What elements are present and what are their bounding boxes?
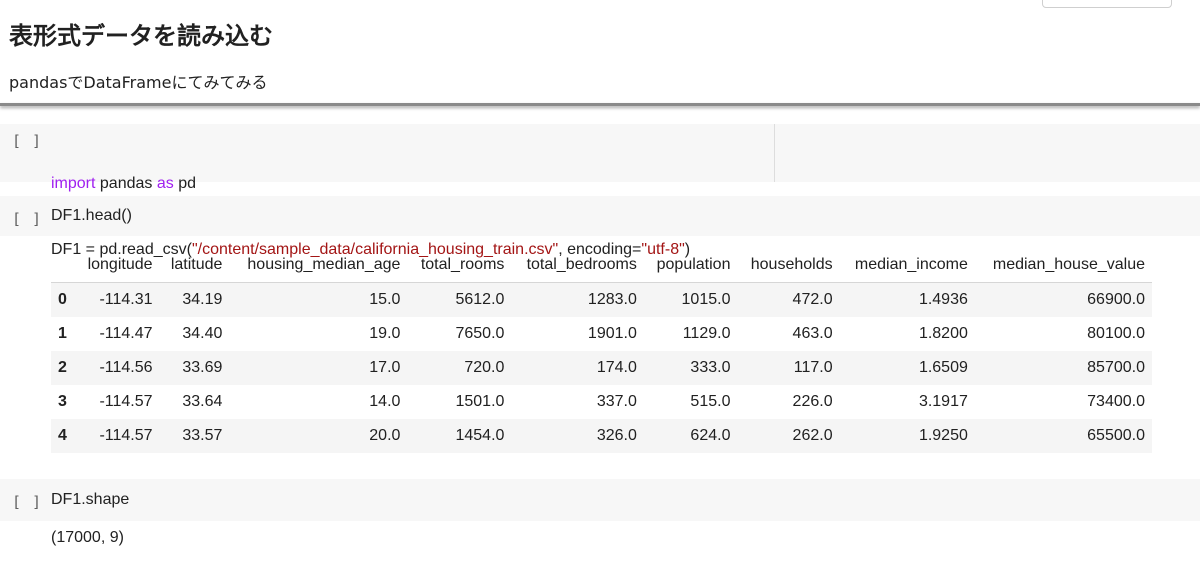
table-cell: 19.0	[369, 325, 401, 342]
dataframe-output: longitude latitude housing_median_age total…	[51, 248, 1152, 453]
table-cell: 1.9250	[918, 427, 968, 444]
table-cell: 33.57	[182, 427, 223, 444]
code-line-1: import pandas as pd	[51, 175, 196, 192]
table-cell: 17.0	[369, 359, 401, 376]
table-cell: 1901.0	[587, 325, 637, 342]
table-row: 1 -114.47 34.40 19.0 7650.0 1901.0 1129.0 463.0…	[51, 317, 1152, 351]
table-cell: 15.0	[369, 291, 401, 308]
table-cell: -114.57	[99, 427, 153, 444]
table-row: 4 -114.57 33.57 20.0 1454.0 326.0 624.0 262.0 1.…	[51, 419, 1152, 453]
table-cell: 1129.0	[682, 325, 731, 342]
row-index: 2	[58, 359, 67, 376]
table-row: 2 -114.56 33.69 17.0 720.0 174.0 333.0 117.0 1.6…	[51, 351, 1152, 385]
table-cell: 720.0	[464, 359, 505, 376]
table-cell: 3.1917	[918, 393, 968, 410]
table-cell: 7650.0	[455, 325, 505, 342]
table-cell: 463.0	[792, 325, 833, 342]
table-cell: 624.0	[690, 427, 731, 444]
table-cell: 14.0	[369, 393, 401, 410]
section-divider	[0, 103, 1200, 106]
table-cell: 20.0	[369, 427, 401, 444]
run-cell-button[interactable]: [ ]	[12, 493, 42, 511]
table-cell: 1283.0	[587, 291, 637, 308]
table-cell: -114.56	[99, 359, 153, 376]
table-cell: 34.40	[182, 325, 223, 342]
column-header: median_house_value	[974, 248, 1152, 283]
table-cell: 34.19	[182, 291, 223, 308]
column-header: total_rooms	[407, 248, 512, 283]
table-cell: 326.0	[596, 427, 637, 444]
row-index: 4	[58, 427, 67, 444]
code-cell-shape[interactable]: [ ] DF1.shape	[0, 479, 1200, 521]
table-cell: 472.0	[792, 291, 833, 308]
code-editor[interactable]: DF1.head()	[51, 205, 132, 227]
table-cell: -114.31	[99, 291, 153, 308]
code-editor[interactable]: DF1.shape	[51, 489, 129, 511]
table-cell: -114.57	[99, 393, 153, 410]
section-heading: 表形式データを読み込む	[9, 22, 273, 50]
editor-edge	[774, 124, 775, 182]
table-cell: 174.0	[596, 359, 637, 376]
row-index: 1	[58, 325, 67, 342]
run-cell-button[interactable]: [ ]	[12, 132, 42, 150]
column-header: households	[737, 248, 840, 283]
table-cell: 1.6509	[918, 359, 968, 376]
table-cell: 65500.0	[1087, 427, 1145, 444]
table-cell: 33.64	[182, 393, 223, 410]
column-header: total_bedrooms	[511, 248, 644, 283]
run-cell-button[interactable]: [ ]	[12, 210, 42, 228]
table-cell: 1454.0	[455, 427, 505, 444]
column-header: median_income	[839, 248, 975, 283]
row-index: 3	[58, 393, 67, 410]
table-cell: 33.69	[182, 359, 223, 376]
table-row: 0 -114.31 34.19 15.0 5612.0 1283.0 1015.0 472.0…	[51, 282, 1152, 317]
table-cell: 1015.0	[681, 291, 731, 308]
description-text: pandasでDataFrameにてみてみる	[9, 73, 268, 92]
table-cell: 66900.0	[1087, 291, 1145, 308]
table-cell: 1501.0	[455, 393, 505, 410]
table-cell: 262.0	[792, 427, 833, 444]
column-header: population	[643, 248, 738, 283]
code-cell-head[interactable]: [ ] DF1.head()	[0, 196, 1200, 236]
table-cell: 1.8200	[918, 325, 968, 342]
table-cell: 73400.0	[1087, 393, 1145, 410]
column-header: housing_median_age	[229, 248, 408, 283]
table-cell: 5612.0	[455, 291, 505, 308]
table-cell: 226.0	[792, 393, 833, 410]
index-header	[51, 248, 76, 283]
code-cell-import[interactable]: [ ] import pandas as pd DF1 = pd.read_cs…	[0, 124, 1200, 258]
shape-output: (17000, 9)	[51, 529, 124, 546]
table-cell: 117.0	[793, 359, 833, 376]
row-index: 0	[58, 291, 67, 308]
table-cell: 333.0	[690, 359, 731, 376]
dataframe-header-row: longitude latitude housing_median_age total…	[51, 248, 1152, 283]
table-cell: -114.47	[99, 325, 153, 342]
table-row: 3 -114.57 33.64 14.0 1501.0 337.0 515.0 226.0 3.…	[51, 385, 1152, 419]
column-header: longitude	[75, 248, 160, 283]
table-cell: 1.4936	[918, 291, 968, 308]
toolbar-fragment	[1042, 0, 1172, 8]
column-header: latitude	[159, 248, 230, 283]
table-cell: 80100.0	[1087, 325, 1145, 342]
table-cell: 515.0	[690, 393, 731, 410]
table-cell: 337.0	[596, 393, 637, 410]
table-cell: 85700.0	[1087, 359, 1145, 376]
